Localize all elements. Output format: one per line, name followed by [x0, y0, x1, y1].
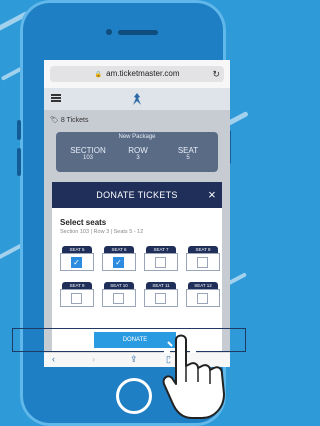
tag-icon: 🏷 [50, 117, 59, 124]
seat-option[interactable]: SEAT 6 ✓ [102, 246, 136, 272]
reload-icon[interactable]: ↻ [212, 66, 220, 82]
pointing-hand-icon [162, 334, 225, 419]
row-label: ROW [128, 146, 148, 155]
seat-option[interactable]: SEAT 8 [186, 246, 220, 272]
tickets-count-label: 8 Tickets [60, 117, 89, 124]
row-column: ROW 3 [118, 146, 158, 161]
seat-option[interactable]: SEAT 5 ✓ [60, 246, 94, 272]
ticket-card[interactable]: New Package SECTION 103 ROW 3 SEAT 5 [56, 132, 218, 172]
browser-url-bar: 🔒 am.ticketmaster.com ↻ [44, 60, 230, 89]
camera-icon [106, 29, 112, 35]
side-button [17, 120, 21, 140]
tickets-count: 🏷 8 Tickets [50, 116, 88, 124]
seat-checkbox[interactable] [197, 293, 208, 304]
seat-label: SEAT [177, 146, 199, 155]
seat-checkbox[interactable] [71, 293, 82, 304]
section-value: 103 [82, 155, 93, 161]
seat-checkbox[interactable] [155, 293, 166, 304]
chevron-left-icon[interactable]: ‹ [52, 354, 55, 364]
speaker [118, 30, 158, 35]
section-column: SECTION 103 [68, 146, 108, 161]
seat-checkbox[interactable] [197, 257, 208, 268]
seat-option[interactable]: SEAT 10 [102, 282, 136, 308]
seat-checkbox[interactable] [113, 293, 124, 304]
section-label: SECTION [70, 146, 106, 155]
close-icon[interactable]: × [208, 182, 216, 208]
seat-option[interactable]: SEAT 9 [60, 282, 94, 308]
address-field[interactable]: 🔒 am.ticketmaster.com ↻ [50, 66, 224, 82]
chevron-right-icon[interactable]: › [92, 354, 95, 364]
seat-option[interactable]: SEAT 11 [144, 282, 178, 308]
app-header [44, 88, 230, 110]
url-text: am.ticketmaster.com [106, 69, 180, 78]
lock-icon: 🔒 [94, 72, 102, 78]
modal-title: DONATE TICKETS [96, 190, 178, 200]
select-seats-title: Select seats [60, 218, 107, 227]
phone-screen: 🔒 am.ticketmaster.com ↻ 🏷 8 Tickets New … [44, 60, 230, 366]
seat-value: 5 [186, 155, 190, 161]
side-button [17, 148, 21, 176]
menu-icon[interactable] [51, 94, 61, 102]
home-button[interactable] [116, 378, 152, 414]
seat-checkbox[interactable]: ✓ [71, 257, 82, 268]
seat-checkbox[interactable]: ✓ [113, 257, 124, 268]
modal-header: DONATE TICKETS × [52, 182, 222, 208]
package-label: New Package [118, 134, 156, 140]
seat-checkbox[interactable] [155, 257, 166, 268]
row-value: 3 [136, 155, 140, 161]
select-seats-subtitle: Section 103 | Row 3 | Seats 5 - 12 [60, 229, 144, 235]
seat-column: SEAT 5 [168, 146, 208, 161]
share-icon[interactable]: ⇪ [130, 354, 138, 365]
seat-option[interactable]: SEAT 12 [186, 282, 220, 308]
team-logo-icon [132, 93, 142, 105]
seat-option[interactable]: SEAT 7 [144, 246, 178, 272]
